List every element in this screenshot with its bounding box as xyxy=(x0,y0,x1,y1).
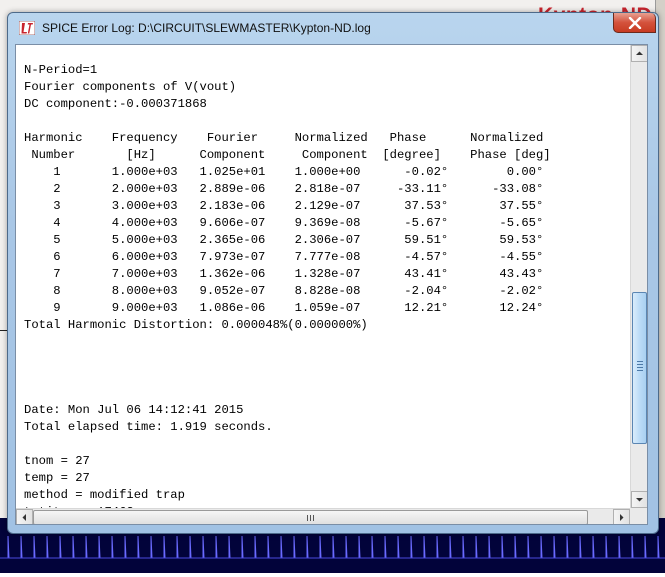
log-line: temp = 27 xyxy=(24,471,90,485)
waveform-spike xyxy=(98,535,101,559)
waveform-spike xyxy=(566,535,569,559)
waveform-spike xyxy=(293,535,296,559)
waveform-spike xyxy=(644,535,647,559)
log-line: Harmonic Frequency Fourier Normalized Ph… xyxy=(24,131,544,145)
waveform-spike xyxy=(20,535,23,559)
waveform-spike xyxy=(514,535,517,559)
log-line: Total Harmonic Distortion: 0.000048%(0.0… xyxy=(24,318,368,332)
waveform-spike xyxy=(202,535,205,559)
waveform-spike xyxy=(33,535,36,559)
vertical-scrollbar[interactable] xyxy=(630,45,647,508)
log-text[interactable]: N-Period=1 Fourier components of V(vout) D… xyxy=(24,45,630,508)
scroll-down-button[interactable] xyxy=(631,491,647,508)
log-line: 4 4.000e+03 9.606e-07 9.369e-08 -5.67° -… xyxy=(24,216,544,230)
waveform-spike xyxy=(423,535,426,559)
waveform-spike xyxy=(59,535,62,559)
spice-error-log-window[interactable]: SPICE Error Log: D:\CIRCUIT\SLEWMASTER\K… xyxy=(7,12,659,534)
scroll-up-arrow-icon xyxy=(636,51,643,55)
waveform-spike xyxy=(449,535,452,559)
waveform-spike xyxy=(215,535,218,559)
waveform-spike xyxy=(605,535,608,559)
close-icon xyxy=(628,17,642,29)
close-button[interactable] xyxy=(613,13,656,33)
waveform-spike xyxy=(163,535,166,559)
waveform-spike xyxy=(7,535,10,559)
log-line: tnom = 27 xyxy=(24,454,90,468)
log-line: 6 6.000e+03 7.973e-07 7.777e-08 -4.57° -… xyxy=(24,250,544,264)
log-line: 9 9.000e+03 1.086e-06 1.059e-07 12.21° 1… xyxy=(24,301,544,315)
waveform-spike xyxy=(436,535,439,559)
window-titlebar[interactable]: SPICE Error Log: D:\CIRCUIT\SLEWMASTER\K… xyxy=(8,13,658,43)
waveform-spike xyxy=(111,535,114,559)
scroll-right-arrow-icon xyxy=(620,514,624,521)
waveform-spike xyxy=(241,535,244,559)
waveform-spike xyxy=(46,535,49,559)
log-line: 1 1.000e+03 1.025e+01 1.000e+00 -0.02° 0… xyxy=(24,165,544,179)
waveform-spike xyxy=(254,535,257,559)
waveform-spike xyxy=(267,535,270,559)
log-line: DC component:-0.000371868 xyxy=(24,97,207,111)
log-line: 3 3.000e+03 2.183e-06 2.129e-07 37.53° 3… xyxy=(24,199,544,213)
waveform-spike xyxy=(280,535,283,559)
waveform-spike xyxy=(475,535,478,559)
vertical-scroll-thumb[interactable] xyxy=(632,292,647,444)
log-line: Fourier components of V(vout) xyxy=(24,80,237,94)
waveform-spike xyxy=(657,535,660,559)
log-line: Date: Mon Jul 06 14:12:41 2015 xyxy=(24,403,244,417)
waveform-spike xyxy=(527,535,530,559)
waveform-spike xyxy=(345,535,348,559)
waveform-spike xyxy=(124,535,127,559)
waveform-spike xyxy=(332,535,335,559)
log-client-area[interactable]: N-Period=1 Fourier components of V(vout) D… xyxy=(15,44,648,525)
log-line: 8 8.000e+03 9.052e-07 8.828e-08 -2.04° -… xyxy=(24,284,544,298)
waveform-spike xyxy=(501,535,504,559)
window-title: SPICE Error Log: D:\CIRCUIT\SLEWMASTER\K… xyxy=(42,21,371,35)
waveform-spike xyxy=(176,535,179,559)
waveform-spike xyxy=(631,535,634,559)
scroll-down-arrow-icon xyxy=(636,498,643,502)
waveform-spike xyxy=(306,535,309,559)
log-line: 2 2.000e+03 2.889e-06 2.818e-07 -33.11° … xyxy=(24,182,544,196)
horizontal-scroll-thumb[interactable] xyxy=(33,510,588,524)
horizontal-scrollbar[interactable] xyxy=(16,508,630,524)
waveform-spike xyxy=(384,535,387,559)
log-line: Number [Hz] Component Component [degree]… xyxy=(24,148,551,162)
waveform-spike xyxy=(553,535,556,559)
ltspice-icon xyxy=(19,21,35,35)
scroll-left-button[interactable] xyxy=(16,509,33,524)
waveform-spike xyxy=(228,535,231,559)
waveform-spike xyxy=(397,535,400,559)
waveform-spike xyxy=(137,535,140,559)
waveform-spike xyxy=(319,535,322,559)
waveform-spike xyxy=(72,535,75,559)
waveform-spike xyxy=(85,535,88,559)
waveform-spike xyxy=(540,535,543,559)
scroll-right-button[interactable] xyxy=(613,509,630,524)
waveform-spike xyxy=(150,535,153,559)
waveform-spike xyxy=(592,535,595,559)
waveform-spike xyxy=(358,535,361,559)
scrollbar-corner xyxy=(630,508,647,524)
waveform-spike xyxy=(462,535,465,559)
log-line: 5 5.000e+03 2.365e-06 2.306e-07 59.51° 5… xyxy=(24,233,544,247)
log-line: N-Period=1 xyxy=(24,63,98,77)
log-line: 7 7.000e+03 1.362e-06 1.328e-07 43.41° 4… xyxy=(24,267,544,281)
waveform-spike xyxy=(488,535,491,559)
log-line: method = modified trap xyxy=(24,488,185,502)
log-line: Total elapsed time: 1.919 seconds. xyxy=(24,420,273,434)
waveform-spike xyxy=(189,535,192,559)
waveform-spike xyxy=(410,535,413,559)
waveform-spike xyxy=(371,535,374,559)
scroll-up-button[interactable] xyxy=(631,45,647,62)
waveform-spike xyxy=(618,535,621,559)
scroll-left-arrow-icon xyxy=(22,514,26,521)
waveform-spike xyxy=(579,535,582,559)
